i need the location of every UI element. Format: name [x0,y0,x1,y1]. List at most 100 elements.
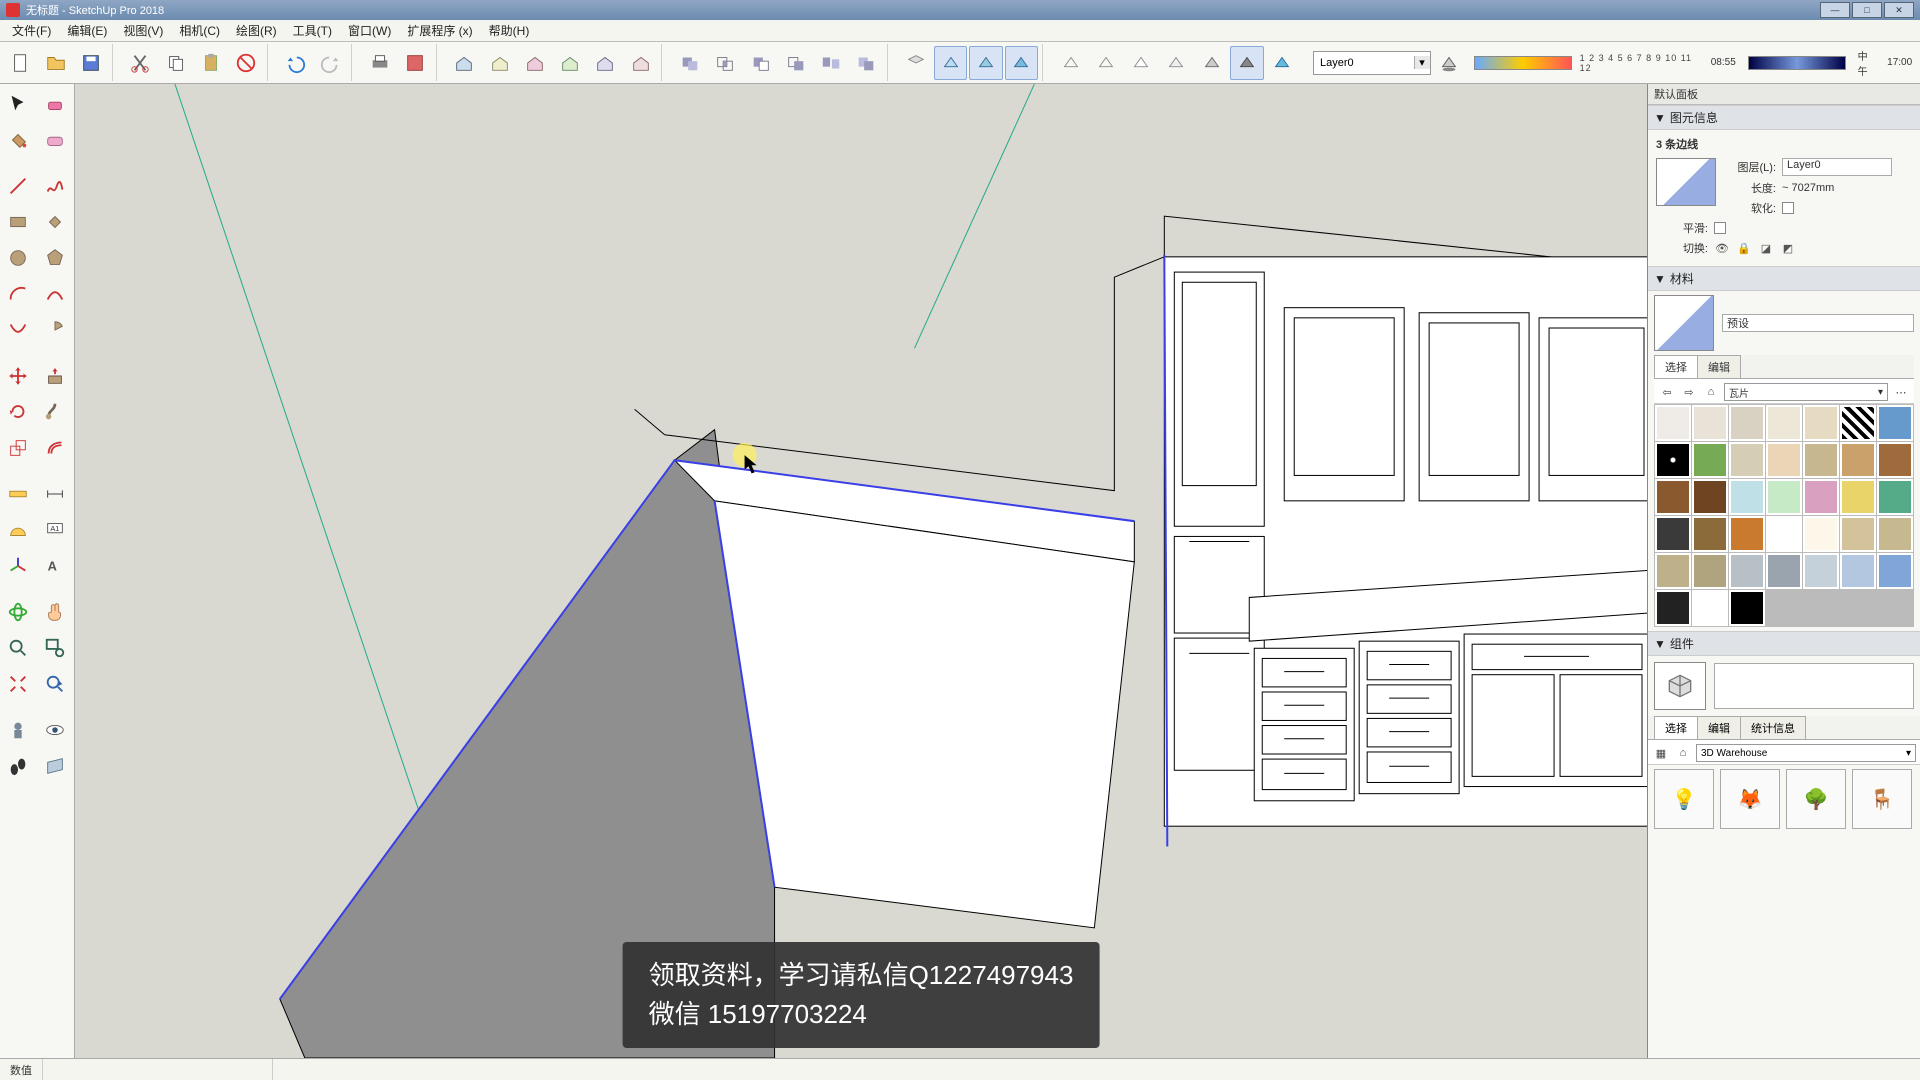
menu-draw[interactable]: 绘图(R) [228,20,285,41]
style-2-icon[interactable] [1089,46,1122,80]
paint-bucket-tool[interactable] [2,124,34,156]
offset-tool[interactable] [39,432,71,464]
smooth-checkbox[interactable] [1714,222,1726,234]
open-file-button[interactable] [39,46,72,80]
material-swatch-34[interactable] [1877,553,1913,589]
material-swatch-32[interactable] [1803,553,1839,589]
comp-view-icon[interactable]: ▦ [1652,744,1670,762]
3dtext-tool[interactable]: A [39,550,71,582]
undo-button[interactable] [279,46,312,80]
material-swatch-17[interactable] [1766,479,1802,515]
walk-tool[interactable] [2,750,34,782]
component-item-2[interactable]: 🦊 [1720,769,1780,829]
minimize-button[interactable]: — [1820,2,1850,18]
material-swatch-33[interactable] [1840,553,1876,589]
component-item-4[interactable]: 🪑 [1852,769,1912,829]
menu-tools[interactable]: 工具(T) [285,20,340,41]
materials-tab-select[interactable]: 选择 [1654,355,1698,378]
material-swatch-31[interactable] [1766,553,1802,589]
material-name-field[interactable]: 预设 [1722,314,1914,332]
material-swatch-8[interactable] [1692,442,1728,478]
material-swatch-13[interactable] [1877,442,1913,478]
components-header[interactable]: ▼ 组件 [1648,631,1920,656]
zoom-window-tool[interactable] [39,632,71,664]
material-swatch-19[interactable] [1840,479,1876,515]
entity-info-header[interactable]: ▼ 图元信息 [1648,105,1920,130]
material-swatch-35[interactable] [1655,590,1691,626]
style-1-icon[interactable] [1054,46,1087,80]
material-swatch-21[interactable] [1655,516,1691,552]
material-swatch-26[interactable] [1840,516,1876,552]
model-viewport[interactable]: 领取资料，学习请私信Q1227497943 微信 15197703224 [75,84,1648,1058]
look-around-tool[interactable] [39,714,71,746]
position-camera-tool[interactable] [2,714,34,746]
redo-button[interactable] [314,46,347,80]
pie-tool[interactable] [39,314,71,346]
mat-back-icon[interactable]: ⇦ [1658,383,1676,401]
scale-tool[interactable] [2,432,34,464]
protractor-tool[interactable] [2,514,34,546]
delete-button[interactable] [230,46,263,80]
menu-ext[interactable]: 扩展程序 (x) [399,20,480,41]
move-tool[interactable] [2,360,34,392]
component-desc[interactable] [1714,663,1914,709]
material-swatch[interactable] [1654,295,1714,351]
new-file-button[interactable] [4,46,37,80]
style-7-icon[interactable] [1266,46,1299,80]
arc-tool[interactable] [2,278,34,310]
material-swatch-1[interactable] [1692,405,1728,441]
material-swatch-0[interactable] [1655,405,1691,441]
copy-button[interactable] [159,46,192,80]
component-thumb[interactable] [1654,662,1706,710]
arc2-tool[interactable] [39,278,71,310]
zoom-extents-tool[interactable] [2,668,34,700]
line-tool[interactable] [2,170,34,202]
material-swatch-29[interactable] [1692,553,1728,589]
material-swatch-18[interactable] [1803,479,1839,515]
maximize-button[interactable]: □ [1852,2,1882,18]
menu-window[interactable]: 窗口(W) [340,20,399,41]
material-swatch-20[interactable] [1877,479,1913,515]
material-swatch-2[interactable] [1729,405,1765,441]
solid-union-icon[interactable] [673,46,706,80]
material-swatch-7[interactable] [1655,442,1691,478]
save-button[interactable] [75,46,108,80]
shadow-receive-icon[interactable]: ◩ [1780,241,1796,255]
solid-subtract-icon[interactable] [744,46,777,80]
eraser-tool[interactable] [39,88,71,120]
material-swatch-5[interactable] [1840,405,1876,441]
paste-button[interactable] [194,46,227,80]
circle-tool[interactable] [2,242,34,274]
material-swatch-22[interactable] [1692,516,1728,552]
menu-view[interactable]: 视图(V) [115,20,171,41]
style-3-icon[interactable] [1125,46,1158,80]
solid-split-icon[interactable] [814,46,847,80]
component-item-3[interactable]: 🌳 [1786,769,1846,829]
material-swatch-10[interactable] [1766,442,1802,478]
house-left-icon[interactable] [624,46,657,80]
soften-checkbox[interactable] [1782,202,1794,214]
menu-file[interactable]: 文件(F) [4,20,59,41]
mat-home-icon[interactable]: ⌂ [1702,383,1720,401]
material-swatch-9[interactable] [1729,442,1765,478]
material-swatch-27[interactable] [1877,516,1913,552]
section-plane-tool[interactable] [39,750,71,782]
material-swatch-24[interactable] [1766,516,1802,552]
print-button[interactable] [363,46,396,80]
material-swatch-14[interactable] [1655,479,1691,515]
measurement-box[interactable] [43,1059,273,1080]
components-tab-stats[interactable]: 统计信息 [1740,716,1806,739]
rotated-rect-tool[interactable] [39,206,71,238]
entity-layer-field[interactable]: Layer0 [1782,158,1892,176]
materials-header[interactable]: ▼ 材料 [1648,266,1920,291]
house-front-icon[interactable] [518,46,551,80]
material-swatch-23[interactable] [1729,516,1765,552]
material-swatch-3[interactable] [1766,405,1802,441]
dimension-tool[interactable] [39,478,71,510]
cut-button[interactable] [124,46,157,80]
freehand-tool[interactable] [39,170,71,202]
style-5-icon[interactable] [1195,46,1228,80]
menu-camera[interactable]: 相机(C) [171,20,228,41]
material-swatch-37[interactable] [1729,590,1765,626]
component-item-1[interactable]: 💡 [1654,769,1714,829]
